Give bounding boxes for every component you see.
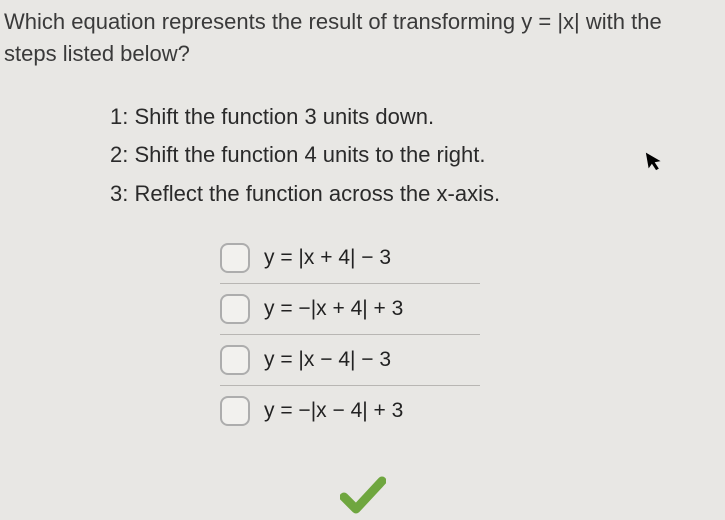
checkbox-d[interactable] (220, 396, 250, 426)
option-d[interactable]: y = −|x − 4| + 3 (220, 386, 480, 436)
step-2: 2: Shift the function 4 units to the rig… (110, 136, 725, 175)
check-icon[interactable] (340, 475, 386, 520)
option-c[interactable]: y = |x − 4| − 3 (220, 335, 480, 386)
option-c-text: y = |x − 4| − 3 (264, 348, 391, 372)
step-3: 3: Reflect the function across the x-axi… (110, 175, 725, 214)
option-a-text: y = |x + 4| − 3 (264, 246, 391, 270)
option-a[interactable]: y = |x + 4| − 3 (220, 233, 480, 284)
checkbox-c[interactable] (220, 345, 250, 375)
option-d-text: y = −|x − 4| + 3 (264, 399, 403, 423)
answer-options: y = |x + 4| − 3 y = −|x + 4| + 3 y = |x … (220, 233, 480, 436)
transformation-steps: 1: Shift the function 3 units down. 2: S… (110, 98, 725, 214)
checkbox-b[interactable] (220, 294, 250, 324)
option-b[interactable]: y = −|x + 4| + 3 (220, 284, 480, 335)
option-b-text: y = −|x + 4| + 3 (264, 297, 403, 321)
question-stem: Which equation represents the result of … (0, 0, 725, 70)
step-1: 1: Shift the function 3 units down. (110, 98, 725, 137)
checkbox-a[interactable] (220, 243, 250, 273)
